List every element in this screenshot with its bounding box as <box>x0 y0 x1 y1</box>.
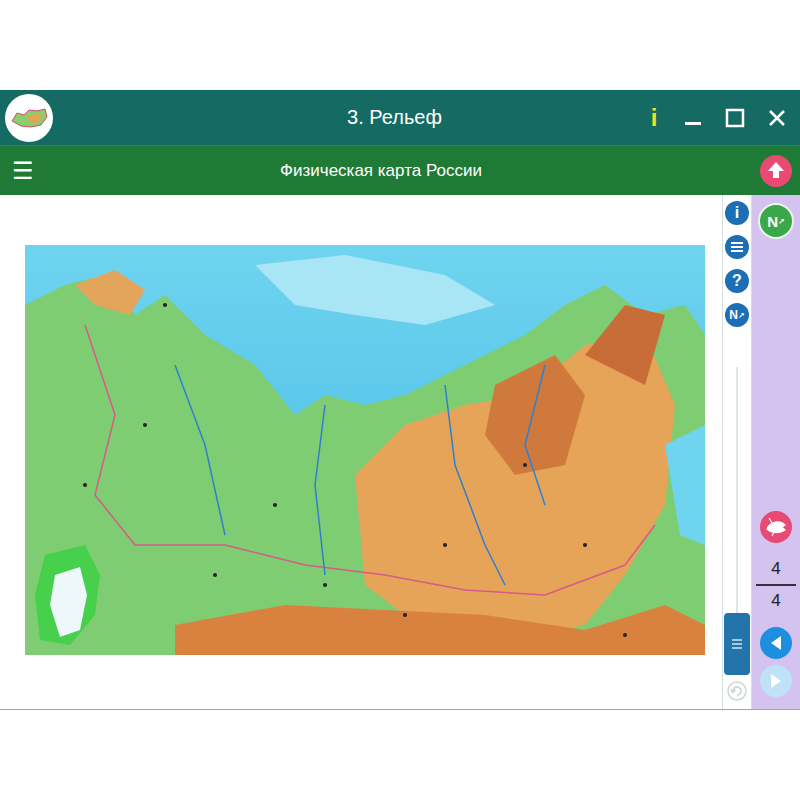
russia-map-logo-icon[interactable] <box>5 94 53 142</box>
prev-arrow-icon[interactable] <box>760 627 792 659</box>
numbered-button[interactable]: N↗ <box>758 203 794 239</box>
map-title: Физическая карта России <box>42 161 760 181</box>
map-area <box>0 195 722 709</box>
info-button[interactable]: i <box>646 104 662 132</box>
window-controls: i <box>646 104 788 132</box>
tool-list: i? N↗ <box>725 201 749 327</box>
total-pages: 4 <box>771 589 780 613</box>
close-icon[interactable] <box>766 107 788 129</box>
minimize-icon[interactable] <box>682 107 704 129</box>
app-window: 3. Рельефi☰Физическая карта Россииi?N↗N↗… <box>0 90 800 710</box>
zoom-slider[interactable] <box>724 367 750 675</box>
current-page: 4 <box>771 557 780 581</box>
pager: 44 <box>756 557 796 613</box>
refresh-icon[interactable] <box>727 681 747 701</box>
fish-icon[interactable] <box>760 511 792 543</box>
title-bar: 3. Рельефi <box>0 90 800 145</box>
slider-thumb[interactable] <box>724 613 750 675</box>
toolbar: ☰Физическая карта России <box>0 145 800 195</box>
layers-icon[interactable] <box>725 235 749 259</box>
window-title: 3. Рельеф <box>53 106 646 129</box>
physical-map[interactable] <box>25 245 705 655</box>
numbered-tool-button[interactable]: N↗ <box>725 303 749 327</box>
page: 3. Рельефi☰Физическая карта Россииi?N↗N↗… <box>0 0 800 800</box>
maximize-icon[interactable] <box>724 107 746 129</box>
side-panel: N↗44 <box>752 195 800 709</box>
menu-button[interactable]: ☰ <box>12 157 42 185</box>
content: i?N↗N↗44 <box>0 195 800 709</box>
tool-column: i? N↗ <box>722 195 752 709</box>
pager-divider <box>756 584 796 586</box>
next-arrow-icon[interactable] <box>760 665 792 697</box>
tool-button[interactable]: ? <box>725 269 749 293</box>
up-arrow-icon[interactable] <box>760 155 792 187</box>
tool-button[interactable]: i <box>725 201 749 225</box>
